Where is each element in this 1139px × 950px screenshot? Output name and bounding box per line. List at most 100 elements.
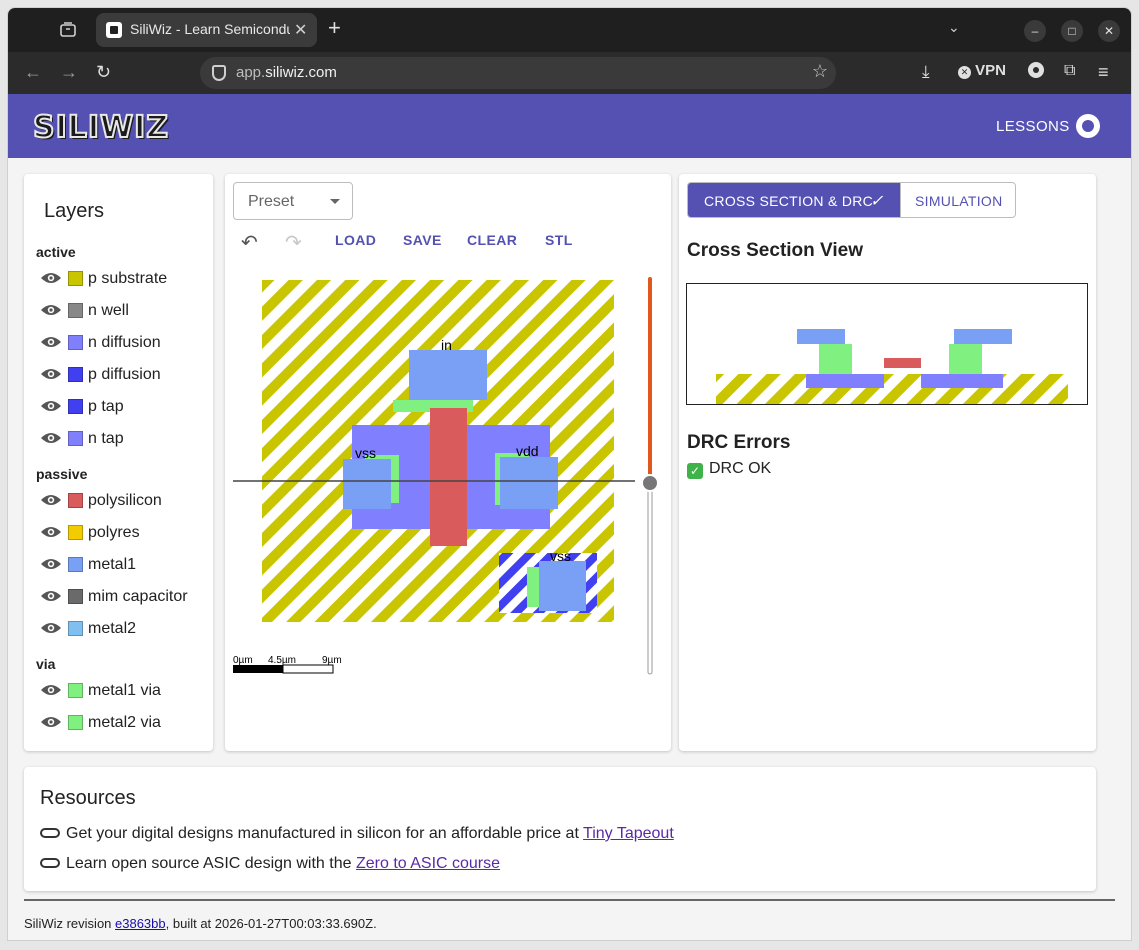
layer-row[interactable]: metal1 <box>40 554 210 576</box>
vpn-button[interactable]: ✕ VPN <box>958 62 1006 79</box>
layout-canvas[interactable]: in vss vdd vss 0µm 4.5µm 9µm <box>225 174 671 751</box>
eye-icon[interactable] <box>40 431 62 445</box>
layer-row[interactable]: metal2 via <box>40 712 210 734</box>
layer-row[interactable]: metal1 via <box>40 680 210 702</box>
layer-name: n diffusion <box>88 334 161 351</box>
menu-icon[interactable]: ≡ <box>1098 62 1109 83</box>
eye-icon[interactable] <box>40 493 62 507</box>
extension-circle-icon[interactable] <box>1028 62 1044 82</box>
slider-thumb[interactable] <box>641 474 659 492</box>
eye-icon[interactable] <box>40 271 62 285</box>
cross-section-panel: CROSS SECTION & DRC ✓ SIMULATION Cross S… <box>679 174 1096 751</box>
cs-metal-left <box>797 329 845 344</box>
extensions-puzzle-icon[interactable]: ⧉ <box>1064 62 1075 80</box>
drc-status: ✓ DRC OK <box>687 460 771 479</box>
layer-row[interactable]: n diffusion <box>40 332 210 354</box>
tab-simulation[interactable]: SIMULATION <box>900 183 1015 217</box>
tab-simulation-label: SIMULATION <box>915 193 1003 209</box>
tab-cross-section[interactable]: CROSS SECTION & DRC ✓ <box>688 183 900 217</box>
layer-color-swatch <box>68 271 83 286</box>
minimize-icon[interactable]: – <box>1024 20 1046 42</box>
eye-icon[interactable] <box>40 525 62 539</box>
resource-line-2: Learn open source ASIC design with the Z… <box>40 855 500 873</box>
tab-close-icon[interactable]: ✕ <box>294 20 307 40</box>
layer-row[interactable]: p diffusion <box>40 364 210 386</box>
resources-panel: Resources Get your digital designs manuf… <box>24 767 1096 891</box>
eye-icon[interactable] <box>40 335 62 349</box>
cross-section-title: Cross Section View <box>687 240 863 261</box>
link-icon <box>40 858 60 868</box>
eye-icon[interactable] <box>40 399 62 413</box>
layer-row[interactable]: n well <box>40 300 210 322</box>
close-window-icon[interactable]: ✕ <box>1098 20 1120 42</box>
footer: SiliWiz revision e3863bb, built at 2026-… <box>24 916 377 931</box>
maximize-icon[interactable]: □ <box>1061 20 1083 42</box>
browser-tab[interactable]: SiliWiz - Learn Semiconductor Design ✕ <box>96 13 317 47</box>
tab-overview-icon[interactable] <box>58 20 78 40</box>
label-in: in <box>441 337 452 353</box>
layer-color-swatch <box>68 715 83 730</box>
lessons-link[interactable]: LESSONS <box>996 118 1070 135</box>
app-header: SILIWIZ LESSONS <box>8 94 1131 158</box>
view-tabs: CROSS SECTION & DRC ✓ SIMULATION <box>687 182 1016 218</box>
layer-row[interactable]: p substrate <box>40 268 210 290</box>
layer-row[interactable]: metal2 <box>40 618 210 640</box>
new-tab-icon[interactable]: + <box>328 17 341 39</box>
back-icon[interactable]: ← <box>24 62 42 82</box>
siliwiz-logo[interactable]: SILIWIZ <box>32 109 169 146</box>
scale-bar-black <box>233 665 283 673</box>
eye-icon[interactable] <box>40 303 62 317</box>
scale-label-0: 0µm <box>233 655 253 666</box>
cs-ndiff-right <box>921 374 1003 388</box>
eye-icon[interactable] <box>40 557 62 571</box>
vpn-label: VPN <box>975 62 1007 79</box>
download-icon[interactable]: ⤓ <box>922 62 930 82</box>
favicon-icon <box>106 22 122 38</box>
label-vss: vss <box>355 445 376 461</box>
layer-group-via: via <box>36 656 56 672</box>
metal1-vss-shape[interactable] <box>343 459 391 509</box>
eye-icon[interactable] <box>40 589 62 603</box>
app-content: Layers active p substrate n well n diffusi… <box>8 158 1131 940</box>
metal1-tap-shape[interactable] <box>539 561 586 611</box>
metal1-in-shape[interactable] <box>409 350 487 400</box>
revision-link[interactable]: e3863bb <box>115 916 166 931</box>
polysilicon-gate-shape[interactable] <box>430 408 467 546</box>
layer-name: n tap <box>88 430 124 447</box>
cross-section-svg <box>716 329 1068 404</box>
eye-icon[interactable] <box>40 367 62 381</box>
layer-row[interactable]: n tap <box>40 428 210 450</box>
github-icon[interactable] <box>1076 114 1100 138</box>
address-bar[interactable]: app.siliwiz.com ☆ <box>200 57 836 89</box>
layer-name: metal2 <box>88 620 137 637</box>
eye-icon[interactable] <box>40 715 62 729</box>
layer-color-swatch <box>68 335 83 350</box>
eye-icon[interactable] <box>40 683 62 697</box>
layer-row[interactable]: polyres <box>40 522 210 544</box>
layer-row[interactable]: polysilicon <box>40 490 210 512</box>
layer-name: polysilicon <box>88 492 162 509</box>
drc-status-text: DRC OK <box>709 460 772 477</box>
bookmark-star-icon[interactable]: ☆ <box>812 61 828 82</box>
tab-list-chevron-icon[interactable]: ⌄ <box>948 19 960 36</box>
layer-row[interactable]: p tap <box>40 396 210 418</box>
eye-icon[interactable] <box>40 621 62 635</box>
resource-line-1: Get your digital designs manufactured in… <box>40 825 674 843</box>
tiny-tapeout-link[interactable]: Tiny Tapeout <box>583 825 674 842</box>
layer-row[interactable]: mim capacitor <box>40 586 210 608</box>
cs-metal-right <box>954 329 1012 344</box>
reload-icon[interactable]: ↻ <box>96 62 111 82</box>
forward-icon[interactable]: → <box>60 62 78 82</box>
layer-color-swatch <box>68 557 83 572</box>
layer-color-swatch <box>68 493 83 508</box>
layers-panel: Layers active p substrate n well n diffusi… <box>24 174 213 751</box>
tab-cross-section-label: CROSS SECTION & DRC <box>704 193 874 209</box>
slider-track[interactable] <box>647 481 653 675</box>
vpn-status-icon: ✕ <box>958 66 971 79</box>
layer-color-swatch <box>68 683 83 698</box>
editor-panel: Preset ↶ ↷ LOAD SAVE CLEAR STL in vss vd… <box>225 174 671 751</box>
url-text: app.siliwiz.com <box>236 64 337 81</box>
zero-to-asic-link[interactable]: Zero to ASIC course <box>356 855 500 872</box>
slider-track-filled[interactable] <box>648 277 652 482</box>
metal1-vdd-shape[interactable] <box>500 457 558 509</box>
